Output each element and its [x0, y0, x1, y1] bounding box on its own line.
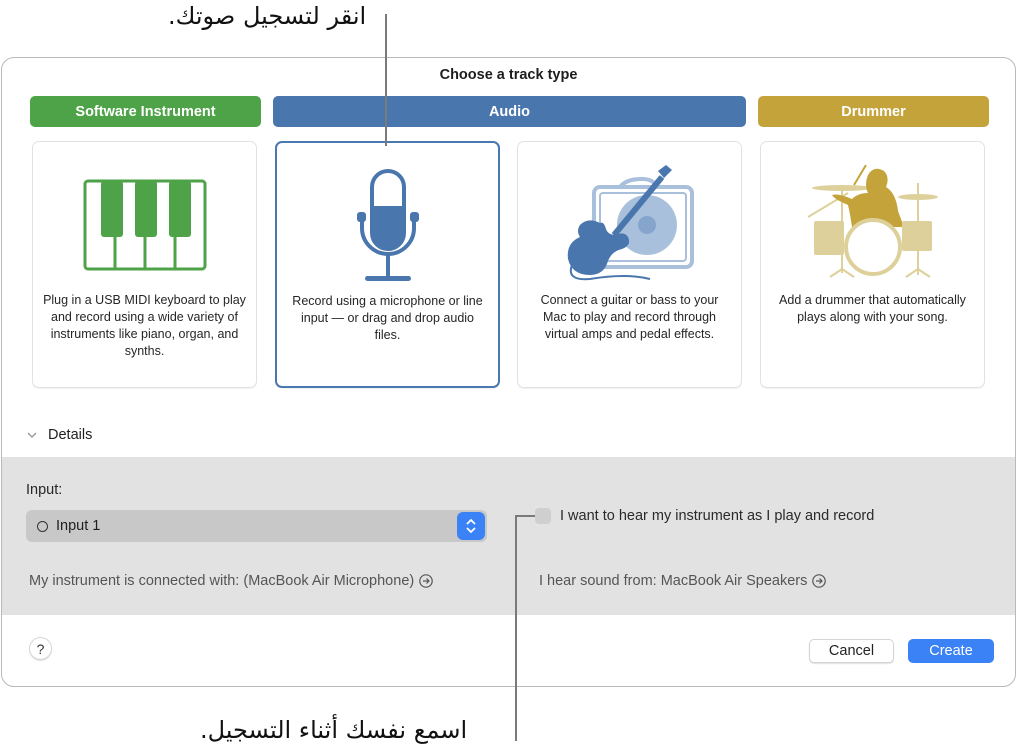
dialog-title: Choose a track type [439, 67, 578, 83]
input-label: Input: [26, 482, 63, 498]
microphone-icon [277, 163, 498, 288]
tab-software-instrument[interactable]: Software Instrument [30, 96, 261, 127]
card-description: Connect a guitar or bass to your Mac to … [540, 293, 719, 341]
guitar-amp-icon [518, 162, 741, 287]
callout-bottom-text: اسمع نفسك أثناء التسجيل. [200, 716, 468, 744]
details-label: Details [48, 427, 93, 443]
tab-audio[interactable]: Audio [273, 96, 746, 127]
details-disclosure[interactable]: Details [26, 427, 92, 443]
chevron-down-icon [27, 432, 37, 438]
create-button[interactable]: Create [908, 639, 994, 663]
card-audio-microphone[interactable]: Record using a microphone or line input … [275, 141, 500, 388]
details-panel: Input: Input 1 I want to hear my instrum… [2, 457, 1015, 615]
input-select-value: Input 1 [56, 518, 101, 534]
callout-bottom-line-horizontal [515, 515, 535, 517]
input-select[interactable]: Input 1 [26, 510, 487, 542]
monitor-checkbox-row[interactable]: I want to hear my instrument as I play a… [535, 508, 874, 524]
output-device-text: I hear sound from: MacBook Air Speakers [539, 573, 808, 589]
card-software-instrument[interactable]: Plug in a USB MIDI keyboard to play and … [32, 141, 257, 388]
monitor-checkbox[interactable] [535, 508, 551, 524]
card-description: Add a drummer that automatically plays a… [779, 293, 966, 324]
tab-drummer[interactable]: Drummer [758, 96, 989, 127]
card-description: Plug in a USB MIDI keyboard to play and … [43, 293, 246, 358]
card-description: Record using a microphone or line input … [292, 294, 483, 342]
arrow-circle-right-icon [419, 574, 434, 588]
up-down-chevron-icon[interactable] [457, 512, 485, 540]
instrument-connection-link[interactable]: My instrument is connected with: (MacBoo… [29, 573, 434, 589]
arrow-circle-right-icon [812, 574, 827, 588]
callout-top-line [385, 14, 387, 146]
callout-bottom-line-vertical [515, 515, 517, 741]
instrument-connection-text: My instrument is connected with: (MacBoo… [29, 573, 415, 589]
monitor-checkbox-label: I want to hear my instrument as I play a… [560, 508, 875, 524]
drummer-icon [761, 162, 984, 287]
piano-keys-icon [33, 162, 256, 287]
card-drummer[interactable]: Add a drummer that automatically plays a… [760, 141, 985, 388]
help-button[interactable]: ? [29, 637, 52, 660]
new-track-dialog: Choose a track type Software Instrument … [1, 57, 1016, 687]
input-mono-icon [37, 520, 48, 532]
callout-top-text: انقر لتسجيل صوتك. [168, 2, 367, 30]
cancel-button[interactable]: Cancel [809, 639, 894, 663]
card-audio-guitar[interactable]: Connect a guitar or bass to your Mac to … [517, 141, 742, 388]
output-device-link[interactable]: I hear sound from: MacBook Air Speakers [539, 573, 827, 589]
